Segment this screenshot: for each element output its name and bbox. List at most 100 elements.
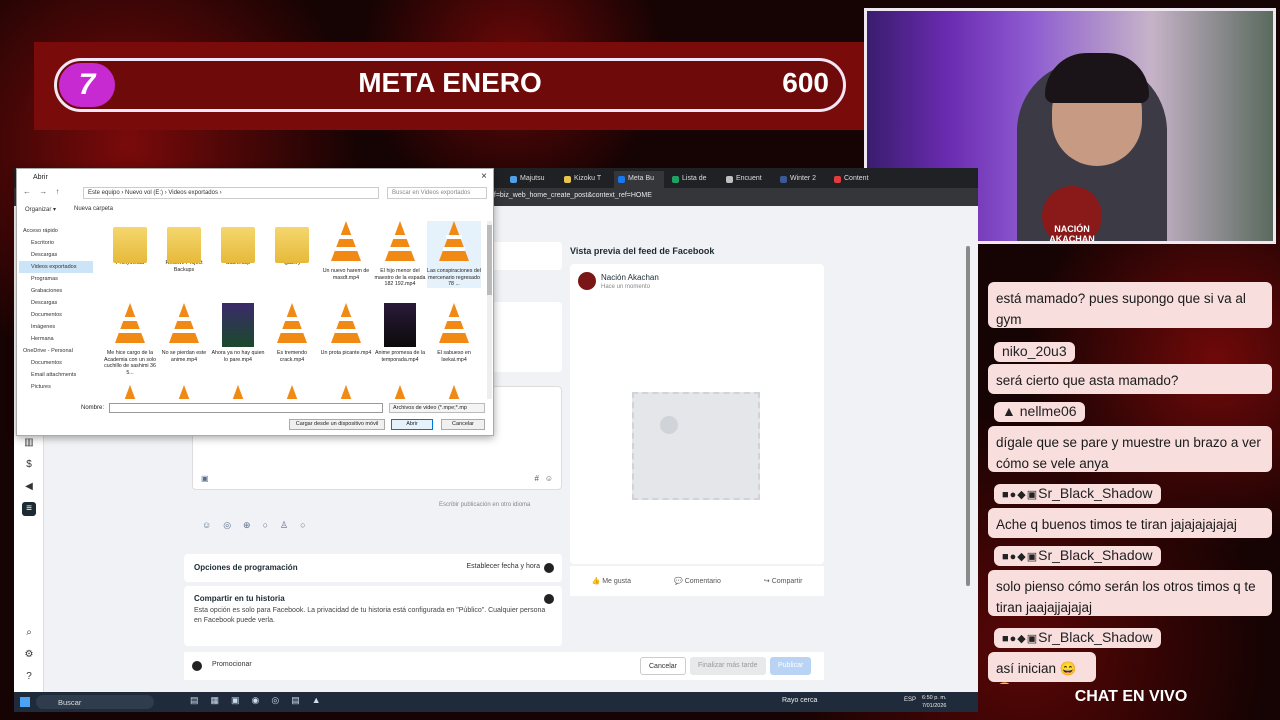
language-indicator[interactable]: ESP	[904, 697, 916, 703]
windows-start-icon[interactable]	[20, 697, 30, 707]
tab-kizoku[interactable]: Kizoku T	[560, 171, 610, 188]
tree-item[interactable]: Descargas	[19, 297, 93, 309]
dialog-scrollbar[interactable]	[487, 221, 492, 399]
file-item[interactable]: Anime promesa de la temporada.mp4	[373, 303, 427, 363]
search-icon[interactable]: ⌕	[22, 626, 36, 640]
file-item[interactable]	[211, 385, 265, 399]
organize-button[interactable]: Organizar ▾	[25, 206, 56, 213]
chat-username: ■●◆▣ Sr_Black_Shadow	[994, 546, 1161, 566]
load-from-device-button[interactable]: Cargar desde un dispositivo móvil	[289, 419, 385, 430]
chat-title: CHAT EN VIVO	[1074, 688, 1188, 705]
tab-encuentro[interactable]: Encuent	[722, 171, 772, 188]
tree-item[interactable]: Documentos	[19, 357, 93, 369]
chart-icon[interactable]: ▥	[22, 436, 36, 450]
file-item[interactable]: CacheClip	[211, 221, 265, 267]
file-item[interactable]	[265, 385, 319, 399]
schedule-toggle[interactable]	[544, 563, 554, 573]
smiley-icon[interactable]: ☺	[545, 474, 553, 483]
taskbar-search[interactable]: Buscar	[36, 695, 154, 709]
post-tools-row[interactable]: ☺◎⊕○♙○	[202, 520, 318, 531]
menu-icon[interactable]: ≡	[22, 502, 36, 516]
file-item[interactable]: .gallery	[265, 221, 319, 267]
folder-icon	[221, 227, 255, 263]
file-item[interactable]	[427, 385, 481, 399]
chat-username: ▲ nellme06	[994, 402, 1085, 422]
file-item[interactable]: Es tremendo crack.mp4	[265, 303, 319, 363]
file-type-select[interactable]: Archivos de video (*.mpe;*.mp	[389, 403, 485, 413]
file-item[interactable]: Un prota picante.mp4	[319, 303, 373, 357]
settings-icon[interactable]: ⚙	[22, 648, 36, 662]
file-item[interactable]: Ahora ya no hay quien lo pare.mp4	[211, 303, 265, 363]
post-actions: 👍 Me gusta 💬 Comentario ↪ Compartir	[570, 566, 824, 596]
tree-item[interactable]: Email attachments	[19, 369, 93, 381]
vlc-icon	[384, 221, 416, 265]
tree-item[interactable]: Descargas	[19, 249, 93, 261]
breadcrumb[interactable]: Este equipo › Nuevo vol (E:) › Videos ex…	[83, 187, 379, 199]
like-button[interactable]: 👍 Me gusta	[592, 577, 631, 585]
folder-tree: Acceso rápido Escritorio Descargas Video…	[19, 225, 93, 395]
url-text[interactable]: ef=biz_web_home_create_post&context_ref=…	[490, 192, 652, 199]
tab-meta-business[interactable]: Meta Bu	[614, 171, 664, 188]
tab-content[interactable]: Content	[830, 171, 880, 188]
file-item[interactable]	[373, 385, 427, 399]
story-toggle[interactable]	[544, 594, 554, 604]
file-item[interactable]: Un nuevo harem de masdt.mp4	[319, 221, 373, 281]
open-button[interactable]: Abrir	[391, 419, 433, 430]
tree-item[interactable]: Escritorio	[19, 237, 93, 249]
filename-label: Nombre:	[81, 405, 105, 411]
search-input[interactable]: Buscar en Videos exportados	[387, 187, 487, 199]
file-item-hovered[interactable]: Las conspiraciones del mercenario regres…	[427, 221, 481, 288]
video-thumbnail	[222, 303, 254, 347]
file-item[interactable]: No se pierdan este anime.mp4	[157, 303, 211, 363]
tab-lista[interactable]: Lista de	[668, 171, 718, 188]
file-item[interactable]: El sabueso en Isekai.mp4	[427, 303, 481, 363]
goal-target: 600	[782, 67, 829, 98]
hashtag-icon[interactable]: #	[535, 474, 539, 483]
tree-item[interactable]: OneDrive - Personal	[19, 345, 93, 357]
badges-icon: ■●◆▣	[1002, 551, 1039, 563]
emoji-picker-icon[interactable]: ▣	[201, 474, 209, 483]
file-item[interactable]: El hijo menor del maestro de la espada 1…	[373, 221, 427, 288]
taskbar-app-icons[interactable]: ▤▦▣◉◎▤▲	[190, 695, 333, 706]
tree-item[interactable]: Pictures	[19, 381, 93, 393]
live-chat: está mamado? pues supongo que si va al g…	[986, 266, 1276, 684]
file-item[interactable]	[319, 385, 373, 399]
file-item[interactable]	[103, 385, 157, 399]
tree-item[interactable]: Acceso rápido	[19, 225, 93, 237]
tree-item[interactable]: Hermana	[19, 333, 93, 345]
file-item[interactable]: ProxyMedia	[103, 221, 157, 267]
close-icon[interactable]: ×	[481, 171, 487, 182]
tree-item[interactable]: Imágenes	[19, 321, 93, 333]
share-story-card: Compartir en tu historia Esta opción es …	[184, 586, 562, 646]
share-button[interactable]: ↪ Compartir	[764, 577, 803, 585]
chat-message: será cierto que asta mamado?	[988, 364, 1272, 394]
dialog-nav-arrows[interactable]: ← → ↑	[23, 187, 62, 196]
write-other-language-link[interactable]: Escribir publicación en otro idioma	[439, 502, 530, 508]
tree-item[interactable]: Programas	[19, 273, 93, 285]
page-scrollbar[interactable]	[966, 246, 970, 586]
tree-item[interactable]: Documentos	[19, 309, 93, 321]
clock[interactable]: 6:50 p. m. 7/01/2026	[922, 694, 946, 710]
story-description: Esta opción es solo para Facebook. La pr…	[194, 607, 546, 624]
help-icon[interactable]: ?	[22, 670, 36, 684]
tree-item[interactable]: Grabaciones	[19, 285, 93, 297]
comment-button[interactable]: 💬 Comentario	[674, 577, 721, 585]
cancel-button[interactable]: Cancelar	[640, 657, 687, 675]
weather-widget[interactable]: Rayo cerca	[782, 697, 817, 704]
video-thumbnail	[384, 303, 416, 347]
file-item[interactable]: Me hice cargo de la Academia con un solo…	[103, 303, 157, 376]
megaphone-icon[interactable]: ◀	[22, 480, 36, 494]
dollar-icon[interactable]: $	[22, 458, 36, 472]
goal-title: META ENERO	[358, 67, 542, 98]
file-item[interactable]	[157, 385, 211, 399]
finish-later-button[interactable]: Finalizar más tarde	[690, 657, 766, 675]
file-item[interactable]: Resolve Project Backups	[157, 221, 211, 273]
publish-button[interactable]: Publicar	[770, 657, 812, 675]
filename-input[interactable]	[109, 403, 383, 413]
new-folder-button[interactable]: Nueva carpeta	[74, 206, 113, 212]
dialog-cancel-button[interactable]: Cancelar	[441, 419, 485, 430]
tab-winter[interactable]: Winter 2	[776, 171, 826, 188]
tab-majutsu[interactable]: Majutsu	[506, 171, 556, 188]
promote-toggle[interactable]	[192, 661, 202, 671]
tree-item-selected[interactable]: Videos exportados	[19, 261, 93, 273]
